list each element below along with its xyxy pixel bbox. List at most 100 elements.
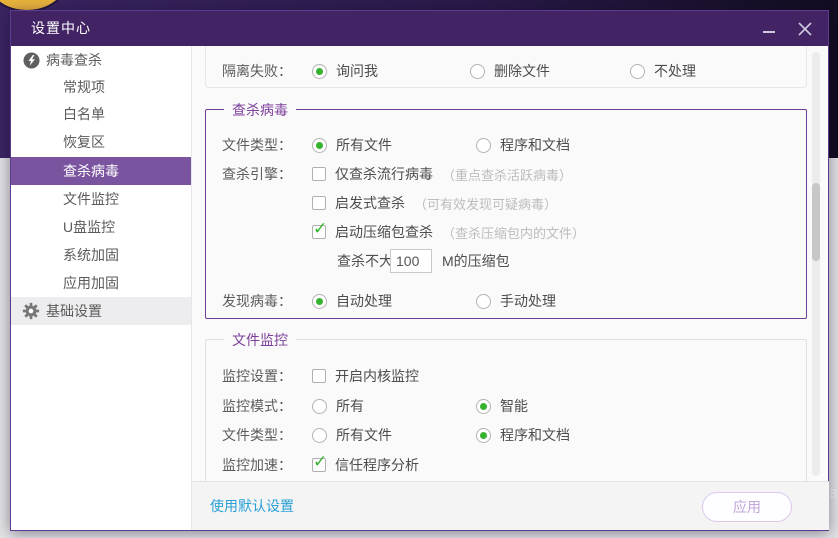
gear-icon — [22, 302, 40, 320]
checkbox-icon — [312, 225, 326, 239]
scan-engine-row-1: 查杀引擎： 仅查杀流行病毒 （重点查杀活跃病毒） — [192, 160, 822, 188]
sidebar-item-label: 病毒查杀 — [46, 50, 102, 70]
option-label: 自动处理 — [336, 291, 392, 311]
radio-icon — [470, 64, 485, 79]
sidebar-item-scan-virus[interactable]: 查杀病毒 — [11, 157, 191, 185]
checkbox-heuristic-scan[interactable]: 启发式查杀 （可有效发现可疑病毒） — [312, 189, 557, 217]
radio-monitor-all-files[interactable]: 所有文件 — [312, 421, 392, 449]
row-label: 监控模式： — [222, 392, 292, 420]
content-footer: 使用默认设置 应用 — [192, 481, 829, 530]
sidebar: 病毒查杀 常规项 白名单 恢复区 查杀病毒 文件监控 U盘监控 — [11, 46, 191, 530]
radio-delete-file[interactable]: 删除文件 — [470, 57, 550, 85]
checkbox-trusted-program[interactable]: 信任程序分析 — [312, 451, 419, 479]
archive-size-input[interactable] — [390, 249, 432, 273]
sidebar-item-file-monitor[interactable]: 文件监控 — [11, 185, 191, 213]
radio-icon — [312, 138, 327, 153]
row-label: 隔离失败： — [222, 57, 292, 85]
archive-size-row: 查杀不大于 M的压缩包 — [192, 247, 822, 275]
archive-size-suffix: M的压缩包 — [442, 247, 510, 275]
checkbox-icon — [312, 196, 326, 210]
sidebar-item-recovery[interactable]: 恢复区 — [11, 128, 191, 156]
option-label: 信任程序分析 — [335, 455, 419, 475]
radio-monitor-all[interactable]: 所有 — [312, 392, 364, 420]
option-label: 启发式查杀 — [335, 193, 405, 213]
checkbox-popular-virus-only[interactable]: 仅查杀流行病毒 （重点查杀活跃病毒） — [312, 160, 572, 188]
radio-ask-me[interactable]: 询问我 — [312, 57, 378, 85]
radio-icon — [630, 64, 645, 79]
screen: /8 设置中心 病毒查杀 — [0, 0, 838, 538]
sidebar-item-general[interactable]: 常规项 — [11, 73, 191, 101]
checkbox-kernel-monitor[interactable]: 开启内核监控 — [312, 362, 419, 390]
close-icon — [797, 21, 813, 37]
scan-engine-row-2: 启发式查杀 （可有效发现可疑病毒） — [192, 189, 822, 217]
radio-icon — [312, 64, 327, 79]
apply-button[interactable]: 应用 — [702, 492, 792, 522]
option-label: 智能 — [500, 396, 528, 416]
radio-icon — [312, 428, 327, 443]
sidebar-item-virus-scan-group[interactable]: 病毒查杀 — [11, 46, 191, 74]
sidebar-item-label: 文件监控 — [63, 189, 119, 209]
sidebar-item-label: 系统加固 — [63, 245, 119, 265]
row-label: 监控加速： — [222, 451, 292, 479]
sidebar-item-label: 常规项 — [63, 77, 105, 97]
sidebar-item-basic-settings-group[interactable]: 基础设置 — [11, 297, 191, 325]
option-label: 程序和文档 — [500, 425, 570, 445]
radio-no-action[interactable]: 不处理 — [630, 57, 696, 85]
radio-monitor-programs-docs[interactable]: 程序和文档 — [476, 421, 570, 449]
radio-icon — [312, 294, 327, 309]
radio-auto-handle[interactable]: 自动处理 — [312, 287, 392, 315]
virus-found-row: 发现病毒： 自动处理 手动处理 — [192, 287, 822, 315]
monitor-mode-row: 监控模式： 所有 智能 — [192, 392, 822, 420]
monitor-settings-row: 监控设置： 开启内核监控 — [192, 362, 822, 390]
sidebar-item-app-harden[interactable]: 应用加固 — [11, 269, 191, 297]
radio-all-files[interactable]: 所有文件 — [312, 131, 392, 159]
sidebar-item-whitelist[interactable]: 白名单 — [11, 100, 191, 128]
close-button[interactable] — [794, 11, 816, 46]
use-default-settings-link[interactable]: 使用默认设置 — [210, 482, 294, 530]
lightning-icon — [22, 51, 40, 69]
minimize-icon — [762, 22, 776, 36]
checkbox-icon — [312, 167, 326, 181]
settings-scroll-area: 隔离失败： 询问我 删除文件 不处理 — [192, 46, 829, 481]
monitor-file-type-row: 文件类型： 所有文件 程序和文档 — [192, 421, 822, 449]
sidebar-item-label: 白名单 — [63, 104, 105, 124]
radio-icon — [476, 138, 491, 153]
minimize-button[interactable] — [758, 11, 780, 46]
radio-monitor-smart[interactable]: 智能 — [476, 392, 528, 420]
row-label: 文件类型： — [222, 421, 292, 449]
checkbox-archive-scan[interactable]: 启动压缩包查杀 （查杀压缩包内的文件） — [312, 218, 585, 246]
option-label: 不处理 — [654, 61, 696, 81]
sidebar-item-label: 基础设置 — [46, 301, 102, 321]
scan-file-type-row: 文件类型： 所有文件 程序和文档 — [192, 131, 822, 159]
option-label: 删除文件 — [494, 61, 550, 81]
option-label: 手动处理 — [500, 291, 556, 311]
sidebar-item-label: U盘监控 — [63, 217, 115, 237]
option-label: 启动压缩包查杀 — [335, 222, 433, 242]
window-title: 设置中心 — [31, 11, 91, 46]
scrollbar-thumb[interactable] — [812, 183, 820, 261]
option-hint: （查杀压缩包内的文件） — [442, 223, 585, 242]
section-title: 查杀病毒 — [224, 100, 296, 120]
option-label: 开启内核监控 — [335, 366, 419, 386]
sidebar-item-label: 恢复区 — [63, 132, 105, 152]
sidebar-item-label: 应用加固 — [63, 273, 119, 293]
radio-manual-handle[interactable]: 手动处理 — [476, 287, 556, 315]
quarantine-fail-row: 隔离失败： 询问我 删除文件 不处理 — [192, 57, 822, 85]
option-label: 询问我 — [336, 61, 378, 81]
scrollbar-track[interactable] — [812, 52, 820, 476]
radio-icon — [312, 399, 327, 414]
sidebar-item-usb-monitor[interactable]: U盘监控 — [11, 213, 191, 241]
monitor-accel-row: 监控加速： 信任程序分析 — [192, 451, 822, 479]
option-label: 所有 — [336, 396, 364, 416]
radio-icon — [476, 294, 491, 309]
sidebar-item-label: 查杀病毒 — [63, 161, 119, 181]
checkbox-icon — [312, 369, 326, 383]
checkbox-icon — [312, 458, 326, 472]
radio-icon — [476, 428, 491, 443]
scan-engine-row-3: 启动压缩包查杀 （查杀压缩包内的文件） — [192, 218, 822, 246]
option-hint: （重点查杀活跃病毒） — [442, 165, 572, 184]
row-label: 查杀引擎： — [222, 160, 292, 188]
sidebar-item-system-harden[interactable]: 系统加固 — [11, 241, 191, 269]
radio-programs-docs[interactable]: 程序和文档 — [476, 131, 570, 159]
option-hint: （可有效发现可疑病毒） — [414, 194, 557, 213]
